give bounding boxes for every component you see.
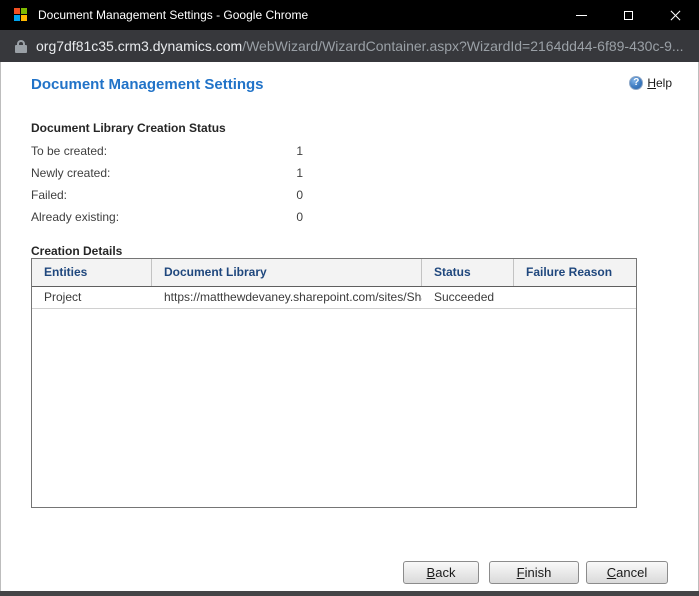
wizard-page: Document Management Settings ? Help Docu…: [0, 62, 699, 591]
window-controls: [558, 0, 699, 30]
status-section-heading: Document Library Creation Status: [31, 121, 226, 135]
maximize-button[interactable]: [605, 0, 652, 30]
status-label: Already existing:: [31, 210, 120, 224]
cell-document-library: https://matthewdevaney.sharepoint.com/si…: [164, 290, 422, 304]
help-link[interactable]: ? Help: [629, 76, 672, 90]
status-value: 0: [296, 188, 303, 202]
cell-entity: Project: [44, 290, 82, 304]
status-row-already-existing: Already existing: 0: [31, 206, 303, 228]
status-row-failed: Failed: 0: [31, 184, 303, 206]
minimize-button[interactable]: [558, 0, 605, 30]
creation-details-table: Entities Document Library Status Failure…: [31, 258, 637, 508]
column-header-document-library: Document Library: [152, 259, 422, 286]
status-value: 1: [296, 166, 303, 180]
column-header-failure-reason: Failure Reason: [526, 265, 613, 279]
status-value: 1: [296, 144, 303, 158]
url-path: /WebWizard/WizardContainer.aspx?WizardId…: [242, 38, 684, 54]
close-icon: [670, 10, 681, 21]
status-value: 0: [296, 210, 303, 224]
status-row-newly-created: Newly created: 1: [31, 162, 303, 184]
status-list: To be created: 1 Newly created: 1 Failed…: [31, 140, 303, 228]
status-label: To be created:: [31, 144, 108, 158]
finish-button[interactable]: Finish: [489, 561, 579, 584]
address-bar: org7df81c35.crm3.dynamics.com/WebWizard/…: [0, 30, 699, 62]
minimize-icon: [576, 14, 587, 16]
column-header-entities: Entities: [32, 259, 152, 286]
help-icon: ?: [629, 76, 644, 90]
help-label: Help: [647, 76, 672, 90]
window-bottom-edge: [0, 591, 699, 596]
page-title: Document Management Settings: [31, 76, 264, 93]
table-header-row: Entities Document Library Status Failure…: [32, 259, 636, 287]
column-header-status: Status: [422, 259, 514, 286]
status-label: Failed:: [31, 188, 68, 202]
lock-icon[interactable]: [15, 39, 27, 53]
cell-failure-reason: [514, 287, 636, 308]
status-label: Newly created:: [31, 166, 111, 180]
window-title: Document Management Settings - Google Ch…: [38, 8, 309, 22]
details-section-heading: Creation Details: [31, 244, 123, 258]
url-domain: org7df81c35.crm3.dynamics.com: [36, 38, 243, 54]
back-button[interactable]: Back: [403, 561, 479, 584]
close-button[interactable]: [652, 0, 699, 30]
cell-status: Succeeded: [434, 290, 495, 304]
microsoft-logo-icon: [14, 8, 28, 22]
title-bar[interactable]: Document Management Settings - Google Ch…: [0, 0, 699, 30]
table-row[interactable]: Project https://matthewdevaney.sharepoin…: [32, 287, 636, 309]
maximize-icon: [624, 10, 633, 20]
url-input[interactable]: org7df81c35.crm3.dynamics.com/WebWizard/…: [36, 38, 684, 54]
chrome-popup-window: Document Management Settings - Google Ch…: [0, 0, 699, 596]
cancel-button[interactable]: Cancel: [586, 561, 668, 584]
status-row-to-be-created: To be created: 1: [31, 140, 303, 162]
